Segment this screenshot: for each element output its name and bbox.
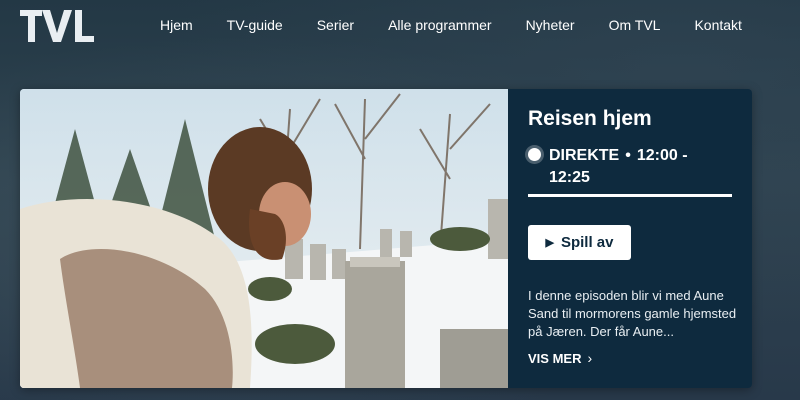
nav-tv-guide[interactable]: TV-guide xyxy=(227,17,283,33)
program-thumbnail[interactable] xyxy=(20,89,508,388)
program-info-panel: Reisen hjem DIREKTE • 12:00 - 12:25 ▶ Spil… xyxy=(508,89,752,388)
nav-alle-programmer[interactable]: Alle programmer xyxy=(388,17,491,33)
cemetery-scene-image xyxy=(20,89,508,388)
nav-nyheter[interactable]: Nyheter xyxy=(526,17,575,33)
live-dot-icon xyxy=(528,148,541,161)
nav-serier[interactable]: Serier xyxy=(317,17,354,33)
program-description: I denne episoden blir vi med Aune Sand t… xyxy=(528,288,737,339)
play-icon: ▶ xyxy=(545,237,554,249)
hero-card: Reisen hjem DIREKTE • 12:00 - 12:25 ▶ Spil… xyxy=(20,89,752,388)
live-status: DIREKTE • 12:00 - 12:25 xyxy=(528,145,732,189)
separator-dot: • xyxy=(625,147,631,164)
live-progress-bar xyxy=(528,194,732,197)
live-label: DIREKTE xyxy=(549,147,620,164)
program-title: Reisen hjem xyxy=(528,107,652,130)
play-label: Spill av xyxy=(560,234,614,251)
nav-hjem[interactable]: Hjem xyxy=(160,17,193,33)
main-nav: Hjem TV-guide Serier Alle programmer Nyh… xyxy=(160,17,776,33)
nav-om-tvl[interactable]: Om TVL xyxy=(609,17,661,33)
show-more-label: VIS MER xyxy=(528,350,582,366)
play-button[interactable]: ▶ Spill av xyxy=(528,225,631,260)
tvl-logo[interactable] xyxy=(20,8,94,44)
chevron-right-icon: › xyxy=(587,350,593,366)
top-navigation: Hjem TV-guide Serier Alle programmer Nyh… xyxy=(0,0,800,52)
show-more-link[interactable]: VIS MER › xyxy=(528,350,592,366)
live-progress-fill xyxy=(528,194,732,197)
nav-kontakt[interactable]: Kontakt xyxy=(694,17,741,33)
